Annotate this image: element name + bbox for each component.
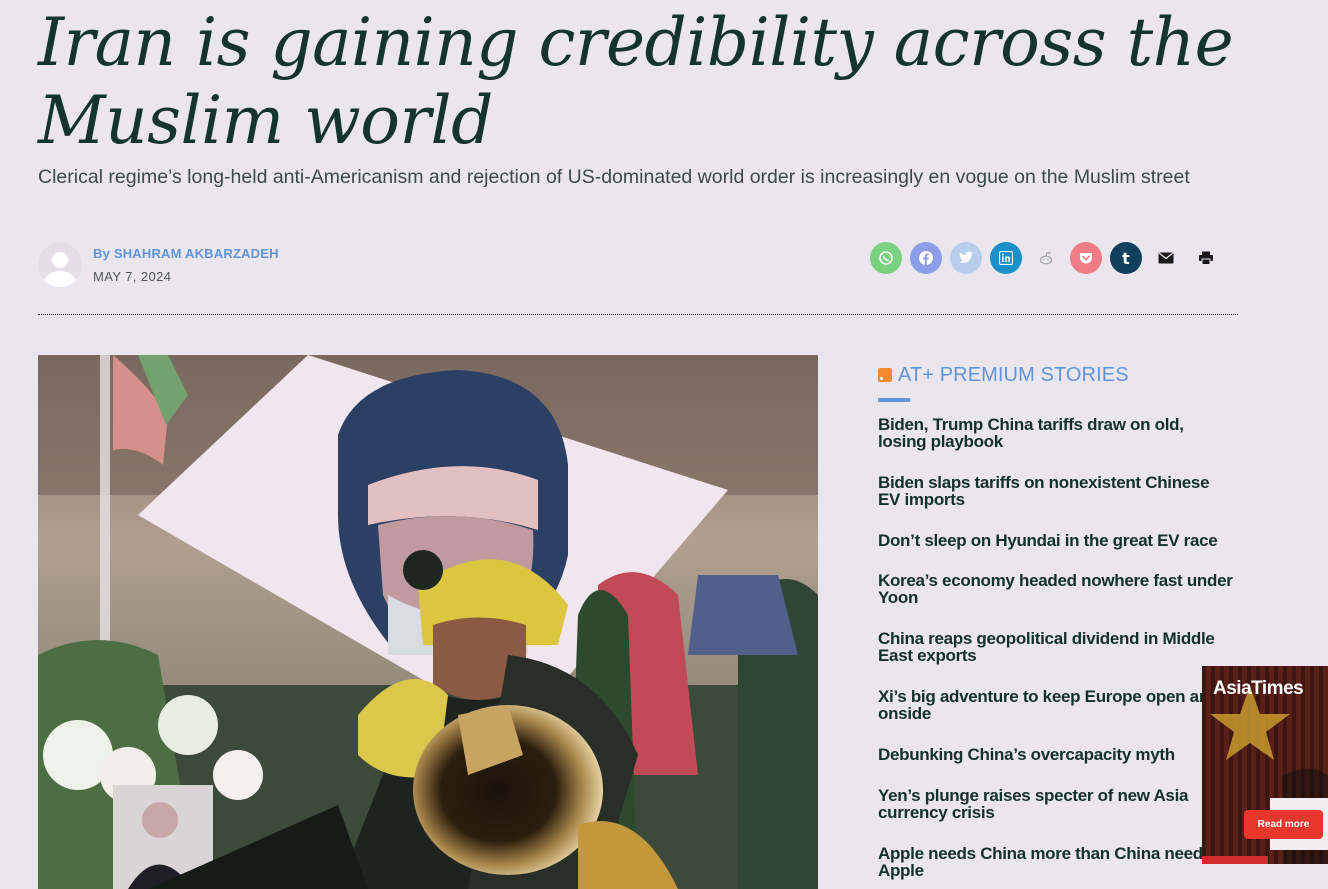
story-link[interactable]: Yen’s plunge raises specter of new Asia … — [878, 787, 1234, 821]
read-more-button[interactable]: Read more — [1244, 810, 1323, 839]
sidebar-title-text[interactable]: AT+ PREMIUM STORIES — [898, 364, 1129, 387]
story-link[interactable]: Don’t sleep on Hyundai in the great EV r… — [878, 532, 1234, 549]
pocket-icon[interactable] — [1070, 242, 1102, 274]
author-link[interactable]: By SHAHRAM AKBARZADEH — [93, 246, 279, 261]
story-list: Biden, Trump China tariffs draw on old, … — [878, 416, 1238, 879]
article-subheadline: Clerical regime’s long-held anti-America… — [38, 166, 1190, 188]
author-avatar — [38, 243, 82, 287]
whatsapp-icon[interactable] — [870, 242, 902, 274]
reddit-icon[interactable] — [1030, 242, 1062, 274]
premium-stories-sidebar: AT+ PREMIUM STORIES Biden, Trump China t… — [878, 362, 1238, 879]
story-link[interactable]: Biden, Trump China tariffs draw on old, … — [878, 416, 1234, 450]
story-link[interactable]: Xi’s big adventure to keep Europe open a… — [878, 688, 1234, 722]
print-icon[interactable] — [1190, 242, 1222, 274]
story-link[interactable]: Debunking China’s overcapacity myth — [878, 746, 1234, 763]
asiatimes-ad[interactable]: AsiaTimes Read more — [1202, 666, 1328, 864]
publish-date: MAY 7, 2024 — [93, 269, 172, 284]
twitter-icon[interactable] — [950, 242, 982, 274]
linkedin-icon[interactable] — [990, 242, 1022, 274]
article-headline: Iran is gaining credibility across the M… — [38, 4, 1234, 159]
story-link[interactable]: Biden slaps tariffs on nonexistent Chine… — [878, 474, 1234, 508]
asiatimes-logo: AsiaTimes — [1213, 678, 1304, 699]
facebook-icon[interactable] — [910, 242, 942, 274]
story-link[interactable]: Apple needs China more than China needs … — [878, 845, 1234, 879]
story-link[interactable]: China reaps geopolitical dividend in Mid… — [878, 630, 1234, 664]
hero-image — [38, 355, 818, 889]
story-link[interactable]: Korea’s economy headed nowhere fast unde… — [878, 572, 1234, 606]
header-divider — [38, 314, 1238, 315]
email-icon[interactable] — [1150, 242, 1182, 274]
title-accent-bar — [878, 398, 910, 402]
tumblr-icon[interactable]: t — [1110, 242, 1142, 274]
rss-icon[interactable] — [878, 368, 892, 382]
sidebar-title: AT+ PREMIUM STORIES — [878, 362, 1238, 388]
